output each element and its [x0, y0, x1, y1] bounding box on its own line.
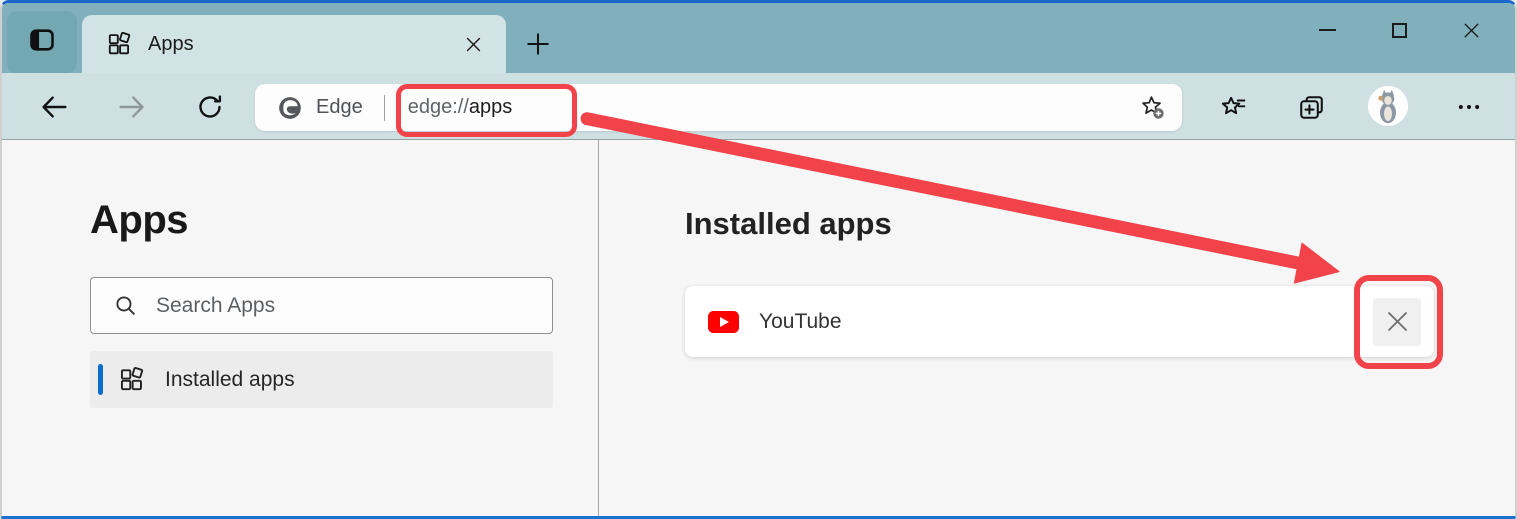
favorites-star-icon: [1221, 96, 1245, 114]
remove-x-icon: [1387, 312, 1407, 331]
new-tab-button[interactable]: [518, 24, 558, 64]
url-text[interactable]: edge://apps: [408, 96, 1132, 119]
favorites-button[interactable]: [1212, 87, 1254, 127]
selection-indicator: [98, 364, 103, 395]
edge-logo-icon: [277, 95, 303, 121]
browser-window: Apps Edge edge://apps Apps Search Apps I…: [0, 0, 1517, 519]
forward-button[interactable]: [112, 87, 152, 127]
address-bar[interactable]: Edge edge://apps: [255, 84, 1182, 131]
window-controls: [1291, 9, 1507, 51]
close-window-button[interactable]: [1435, 9, 1507, 51]
minimize-icon: [1318, 29, 1336, 31]
search-engine-label: Edge: [316, 96, 363, 118]
maximize-button[interactable]: [1363, 9, 1435, 51]
panel-divider: [598, 140, 599, 516]
tab-strip: Apps: [2, 3, 1515, 73]
avatar-cartoon-image: [1368, 86, 1408, 126]
installed-apps-heading: Installed apps: [685, 206, 892, 241]
search-apps-input[interactable]: [156, 293, 538, 318]
url-path: apps: [468, 96, 513, 118]
app-name: YouTube: [759, 309, 842, 333]
tab-close-button[interactable]: [458, 29, 488, 59]
tab-apps[interactable]: Apps: [82, 15, 506, 73]
ellipsis-icon: [1458, 105, 1480, 109]
search-apps-box: [90, 277, 553, 334]
youtube-icon: [708, 310, 739, 333]
apps-grid-icon: [118, 366, 145, 393]
app-row-youtube[interactable]: YouTube: [685, 286, 1434, 357]
forward-arrow-icon: [119, 96, 144, 118]
refresh-button[interactable]: [190, 87, 230, 127]
tab-actions-icon: [28, 26, 56, 59]
profile-avatar[interactable]: [1368, 86, 1408, 126]
tab-title: Apps: [148, 32, 194, 55]
navigation-toolbar: Edge edge://apps: [2, 73, 1515, 140]
minimize-button[interactable]: [1291, 9, 1363, 51]
search-icon: [113, 293, 138, 318]
remove-app-button[interactable]: [1373, 297, 1421, 346]
back-arrow-icon: [42, 96, 67, 118]
collections-button[interactable]: [1290, 87, 1332, 127]
sidebar-item-label: Installed apps: [165, 367, 295, 391]
page-content: Apps Installed apps: [2, 140, 1515, 516]
collections-icon: [1299, 95, 1323, 119]
back-button[interactable]: [34, 87, 74, 127]
apps-grid-icon: [106, 31, 132, 57]
settings-and-more-button[interactable]: [1448, 87, 1490, 127]
refresh-icon: [199, 95, 222, 118]
sidebar-item-installed-apps[interactable]: Installed apps: [90, 351, 553, 408]
address-bar-separator: [383, 94, 385, 121]
star-plus-icon: [1141, 96, 1164, 119]
add-favorite-button[interactable]: [1132, 89, 1172, 127]
url-scheme: edge://: [407, 96, 469, 118]
page-title: Apps: [90, 198, 189, 242]
maximize-icon: [1391, 22, 1407, 38]
tab-actions-menu-button[interactable]: [7, 11, 77, 73]
close-icon: [1463, 22, 1479, 38]
